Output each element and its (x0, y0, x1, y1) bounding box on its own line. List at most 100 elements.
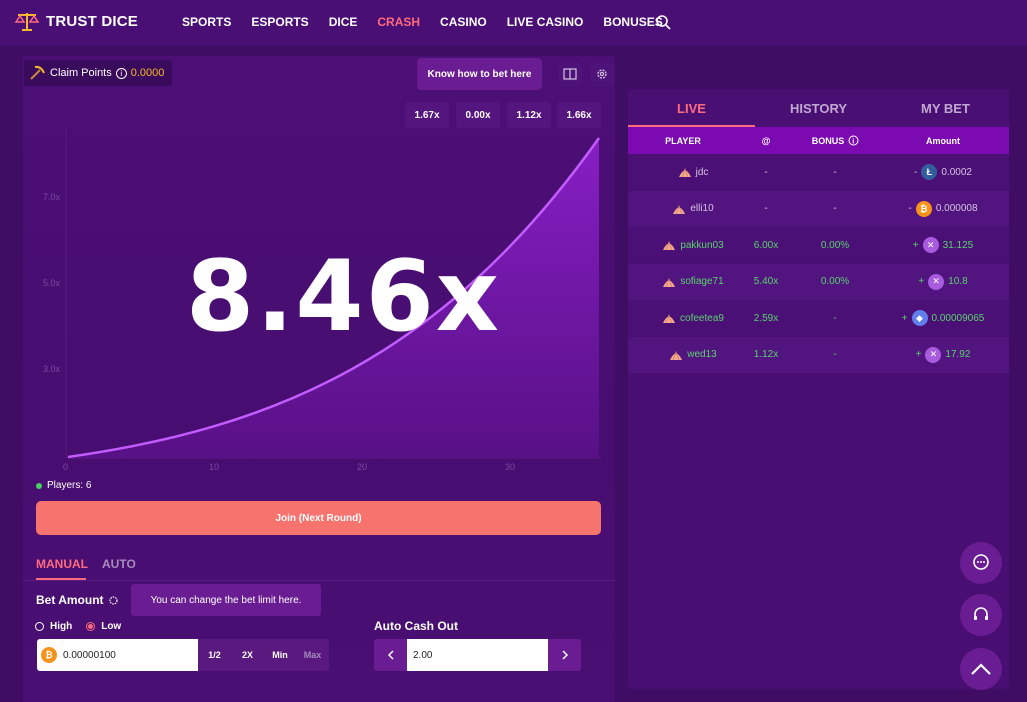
players-count: Players: 6 (36, 480, 91, 491)
half-bet-button[interactable]: 1/2 (198, 639, 231, 671)
claim-value: 0.0000 (130, 67, 165, 79)
bet-limit-gear-icon[interactable] (108, 595, 119, 606)
tab-live[interactable]: LIVE (628, 89, 755, 127)
shell-avatar-icon (670, 350, 683, 360)
amount-cell: - Ł 0.0002 (883, 164, 1003, 180)
auto-cashout-input[interactable]: 2.00 (407, 639, 548, 671)
rules-book-icon[interactable] (558, 62, 582, 86)
history-multiplier: 1.66x (557, 102, 601, 128)
max-bet-button[interactable]: Max (296, 639, 329, 671)
radio-low-label: Low (101, 621, 122, 632)
bet-row: jdc - - - Ł 0.0002 (628, 154, 1009, 190)
chat-bubble-icon (973, 554, 989, 570)
nav-bonuses[interactable]: BONUSES (603, 15, 662, 29)
amount-sign: - (914, 166, 918, 178)
radio-high[interactable]: High (35, 621, 72, 632)
players-label: Players: 6 (47, 480, 92, 491)
mx-coin-icon: ✕ (928, 273, 945, 290)
decrease-cashout-button[interactable] (374, 639, 407, 671)
chevron-left-icon (387, 650, 394, 660)
amount-cell: - ₿ 0.000008 (883, 200, 1003, 217)
join-next-round-button[interactable]: Join (Next Round) (36, 501, 601, 535)
claim-points[interactable]: Claim Points i 0.0000 (24, 60, 172, 86)
x-tick: 30 (505, 462, 515, 472)
amount-cell: + ✕ 31.125 (883, 237, 1003, 253)
main-nav: SPORTS ESPORTS DICE CRASH CASINO LIVE CA… (182, 15, 683, 29)
amount-value: 0.000008 (935, 203, 978, 214)
claim-label: Claim Points (50, 67, 112, 79)
amount-sign: - (908, 203, 912, 214)
nav-casino[interactable]: CASINO (440, 15, 487, 29)
scroll-top-button[interactable] (960, 648, 1002, 690)
bonus-cell: - (833, 203, 837, 214)
bets-table-header: PLAYER @ BONUS i Amount (628, 127, 1009, 154)
bet-amount-value: 0.00000100 (63, 649, 116, 661)
shell-avatar-icon (663, 313, 676, 324)
amount-value: 0.00009065 (931, 312, 985, 324)
multiplier-cell: 6.00x (753, 239, 779, 251)
increase-cashout-button[interactable] (548, 639, 581, 671)
brand-logo[interactable]: TRUST DICE (14, 10, 138, 32)
shell-avatar-icon (663, 240, 676, 251)
nav-esports[interactable]: ESPORTS (251, 15, 308, 29)
col-bonus: BONUS (811, 135, 845, 146)
headset-icon (974, 607, 988, 620)
settings-gear-icon[interactable] (590, 62, 614, 86)
bet-row: cofeetea9 2.59x - + ◆ 0.00009065 (628, 300, 1009, 336)
tab-auto[interactable]: AUTO (102, 557, 136, 571)
shell-avatar-icon (673, 204, 686, 214)
player-name[interactable]: pakkun03 (680, 240, 723, 251)
chevron-right-icon (561, 650, 568, 660)
player-name[interactable]: jdc (696, 167, 709, 178)
radio-high-label: High (50, 621, 73, 632)
player-cell: elli10 (638, 203, 748, 215)
player-name[interactable]: elli10 (690, 203, 713, 214)
multiplier-cell: 2.59x (753, 312, 779, 324)
tab-active-indicator (36, 578, 86, 580)
tab-history[interactable]: HISTORY (755, 89, 882, 127)
history-multiplier: 0.00x (456, 102, 500, 128)
tab-manual[interactable]: MANUAL (36, 557, 88, 571)
brand-name: TRUST DICE (46, 12, 138, 30)
x-tick: 10 (209, 462, 219, 472)
amount-value: 31.125 (942, 239, 974, 251)
amount-sign: + (912, 239, 919, 251)
radio-low[interactable]: Low (86, 621, 121, 632)
bet-row: pakkun03 6.00x 0.00% + ✕ 31.125 (628, 227, 1009, 263)
multiplier-cell: 5.40x (753, 276, 779, 287)
online-dot-icon (36, 482, 42, 489)
bet-amount-text: Bet Amount (36, 593, 104, 607)
bonus-cell: - (833, 349, 837, 360)
info-icon[interactable]: i (115, 67, 127, 79)
bonus-cell: 0.00% (820, 276, 850, 287)
player-name[interactable]: sofiage71 (680, 276, 723, 287)
svg-text:i: i (852, 139, 854, 146)
search-icon[interactable] (655, 14, 671, 30)
shell-avatar-icon (678, 167, 691, 178)
bonus-info-icon[interactable]: i (848, 135, 859, 146)
support-button[interactable] (960, 594, 1002, 636)
risk-radio-group: High Low (35, 621, 121, 632)
col-amount: Amount (926, 135, 960, 146)
current-multiplier: 8.46x (186, 240, 502, 354)
min-bet-button[interactable]: Min (264, 639, 296, 671)
y-tick: 5.0x (43, 278, 61, 288)
history-multiplier: 1.12x (507, 102, 551, 128)
player-name[interactable]: wed13 (687, 349, 716, 360)
y-tick: 7.0x (43, 192, 61, 202)
col-player: PLAYER (665, 135, 701, 146)
player-name[interactable]: cofeetea9 (680, 313, 724, 324)
double-bet-button[interactable]: 2X (231, 639, 264, 671)
chat-button[interactable] (960, 542, 1002, 584)
tab-my-bet[interactable]: MY BET (882, 89, 1009, 127)
bonus-cell: 0.00% (820, 239, 850, 251)
y-tick: 3.0x (43, 364, 61, 374)
nav-crash[interactable]: CRASH (377, 15, 420, 29)
how-to-bet-button[interactable]: Know how to bet here (417, 58, 542, 90)
amount-sign: + (915, 349, 922, 360)
nav-sports[interactable]: SPORTS (182, 15, 231, 29)
bet-amount-input[interactable]: ₿ 0.00000100 (37, 639, 198, 671)
nav-dice[interactable]: DICE (329, 15, 358, 29)
amount-sign: + (901, 312, 908, 324)
nav-live-casino[interactable]: LIVE CASINO (507, 15, 584, 29)
